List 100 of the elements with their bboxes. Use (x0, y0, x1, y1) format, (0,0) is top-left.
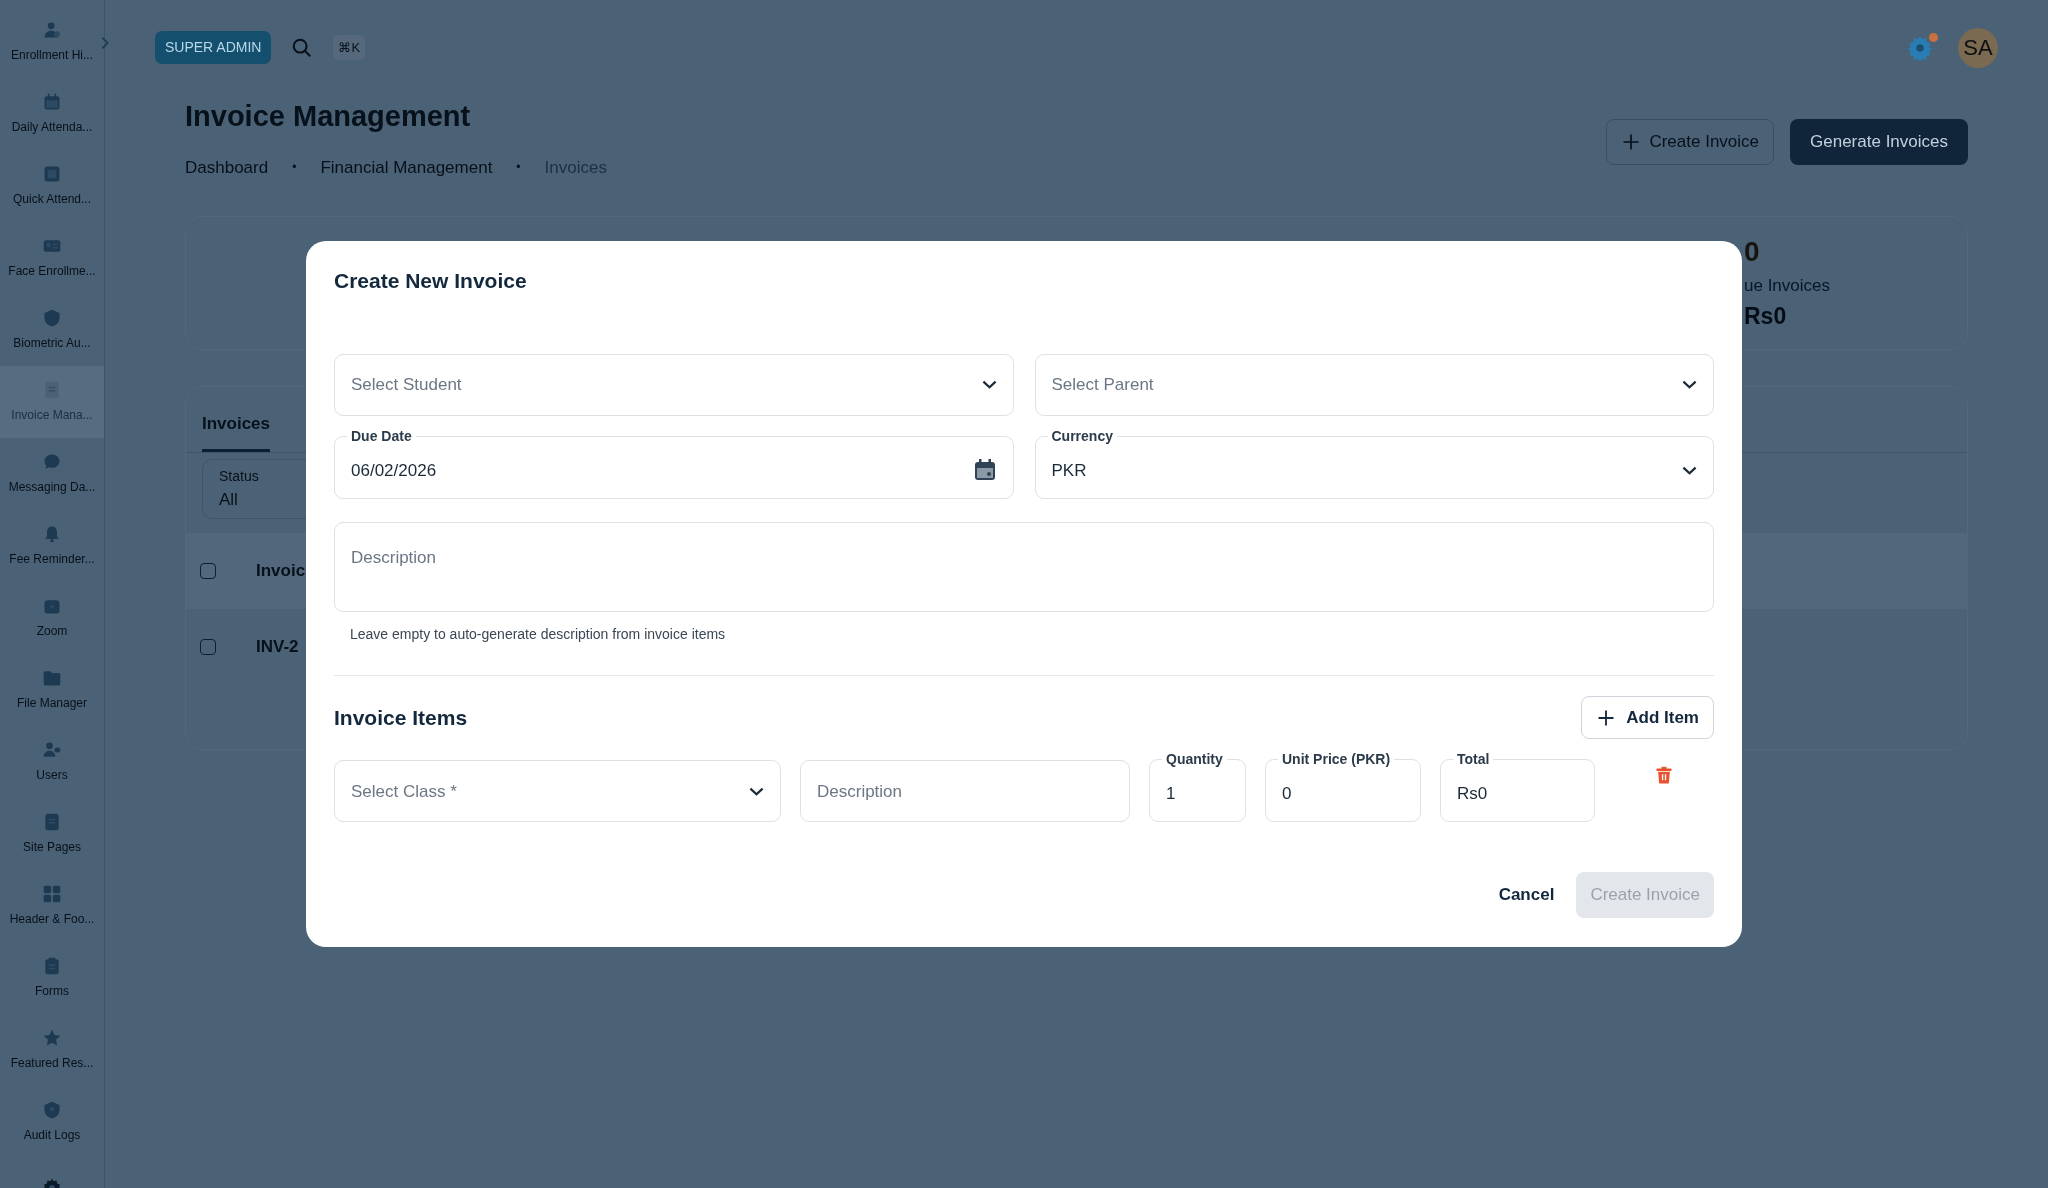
caret-icon (749, 786, 764, 796)
sidebar-label: Users (36, 767, 68, 784)
field-label: Total (1456, 751, 1491, 769)
dropdown-field[interactable]: Select Student (351, 372, 972, 398)
sidebar-item[interactable]: Site Pages (0, 798, 104, 870)
person-icon (42, 20, 62, 40)
input-field[interactable]: Rs0 (1457, 781, 1578, 807)
stat-amount: Rs0 (1744, 301, 1788, 331)
sidebar-item[interactable]: Enrollment Hi... (0, 6, 104, 78)
user-avatar[interactable]: SA (1958, 27, 1998, 68)
folder-icon (42, 668, 62, 688)
sidebar-item[interactable]: File Manager (0, 654, 104, 726)
field-label: Quantity (1165, 751, 1224, 769)
page-title: Invoice Management (185, 99, 472, 134)
caret-icon (1682, 380, 1697, 390)
create-invoice-button[interactable]: Create Invoice (1606, 119, 1775, 165)
sidebar-item[interactable]: Invoice Mana... (0, 366, 104, 438)
sidebar-label: Enrollment Hi... (11, 47, 93, 64)
sidebar-item[interactable]: Zoom (0, 582, 104, 654)
sidebar-item[interactable]: Users (0, 726, 104, 798)
clipboard-icon (42, 956, 62, 976)
sidebar-label: File Manager (17, 695, 87, 712)
sidebar-item[interactable]: Daily Attenda... (0, 78, 104, 150)
caret-icon (981, 380, 997, 390)
page-icon (42, 812, 62, 832)
filter-label: Status (219, 466, 260, 486)
shield-icon (42, 308, 62, 328)
shield-icon (42, 1100, 62, 1120)
generate-invoices-button[interactable]: Generate Invoices (1790, 119, 1968, 165)
calendar-icon (42, 92, 62, 112)
field-outline[interactable]: Quantity 1 (1149, 751, 1246, 823)
sidebar-label: Zoom (36, 623, 68, 640)
breadcrumb-separator: • (292, 159, 297, 177)
shortcut-hint: ⌘K (333, 34, 366, 61)
role-badge: SUPER ADMIN (155, 31, 272, 64)
sidebar-label: Face Enrollme... (8, 263, 96, 280)
chat-icon (42, 452, 62, 472)
add-item-button[interactable]: Add Item (1581, 695, 1714, 740)
filter-value: All (219, 488, 239, 511)
sidebar-item[interactable]: Header & Foo... (0, 870, 104, 942)
calendar-icon[interactable] (972, 458, 997, 483)
sidebar-item[interactable]: Featured Res... (0, 1014, 104, 1086)
caret-icon (1682, 465, 1697, 475)
field-outline[interactable]: Description (800, 760, 1130, 823)
star-icon (42, 1028, 62, 1048)
dropdown-field[interactable]: Select Parent (1051, 372, 1672, 398)
row-checkbox[interactable] (200, 563, 216, 579)
description-field[interactable]: Description (351, 544, 1697, 596)
sidebar-item[interactable]: Audit Logs (0, 1086, 104, 1158)
sidebar-label: Invoice Mana... (11, 407, 93, 424)
column-header: Invoic (256, 560, 306, 583)
table-cell-text: INV-2 (256, 636, 299, 659)
breadcrumb-link[interactable]: Dashboard (185, 154, 269, 180)
field-label: Unit Price (PKR) (1281, 751, 1392, 769)
sidebar-item[interactable]: Face Enrollme... (0, 222, 104, 294)
sidebar-label: Fee Reminder... (9, 551, 95, 568)
dropdown-field[interactable]: Select Class * (351, 778, 739, 804)
field-outline[interactable]: Select Parent (1034, 353, 1714, 416)
field-label: Due Date (350, 427, 413, 445)
field-outline[interactable]: Select Student (334, 353, 1014, 416)
field-outline[interactable]: Select Class * (334, 760, 781, 823)
document-icon (42, 380, 62, 400)
sidebar-label: Messaging Da... (8, 479, 96, 496)
sidebar-label: Daily Attenda... (11, 119, 93, 136)
sidebar-item[interactable]: Biometric Au... (0, 294, 104, 366)
field-outline[interactable]: Total Rs0 (1440, 751, 1595, 823)
stat-value: 0 (1744, 235, 1761, 269)
sidebar-label: Biometric Au... (13, 335, 91, 352)
layout-icon (42, 884, 62, 904)
settings-button[interactable] (1907, 34, 1933, 61)
modal-title: Create New Invoice (334, 268, 528, 295)
field-outline[interactable]: Description (334, 521, 1714, 612)
input-field[interactable]: Description (817, 778, 1113, 804)
sidebar-label: Site Pages (22, 839, 81, 856)
stat-label: ue Invoices (1744, 275, 1831, 297)
field-outline[interactable]: Unit Price (PKR) 0 (1265, 751, 1421, 823)
sidebar-item[interactable]: Fee Reminder... (0, 510, 104, 582)
sidebar-item[interactable]: Forms (0, 942, 104, 1014)
search-button[interactable] (291, 36, 314, 59)
section-title: Invoice Items (334, 704, 468, 731)
dropdown-field[interactable]: PKR (1051, 457, 1672, 483)
sidebar-item[interactable]: Quick Attend... (0, 150, 104, 222)
input-field[interactable]: 1 (1166, 781, 1229, 807)
search-icon (291, 36, 314, 59)
breadcrumb-link[interactable]: Financial Management (320, 154, 493, 180)
panel-tab[interactable]: Invoices (202, 397, 271, 452)
sidebar-label: Quick Attend... (12, 191, 91, 208)
trash-icon (1654, 766, 1674, 787)
scan-icon (42, 164, 62, 184)
helper-text: Leave empty to auto-generate description from invoice items (349, 624, 727, 644)
settings-icon (1907, 34, 1933, 61)
sidebar-label: Header & Foo... (9, 911, 95, 928)
sidebar-label: Featured Res... (10, 1055, 94, 1072)
cancel-button[interactable]: Cancel (1484, 872, 1569, 918)
users-icon (42, 740, 62, 760)
sidebar-item[interactable]: Messaging Da... (0, 438, 104, 510)
sidebar-label: Audit Logs (23, 1127, 81, 1144)
breadcrumb-separator: • (516, 159, 521, 177)
input-field[interactable]: 0 (1282, 781, 1404, 807)
row-checkbox[interactable] (200, 639, 216, 655)
